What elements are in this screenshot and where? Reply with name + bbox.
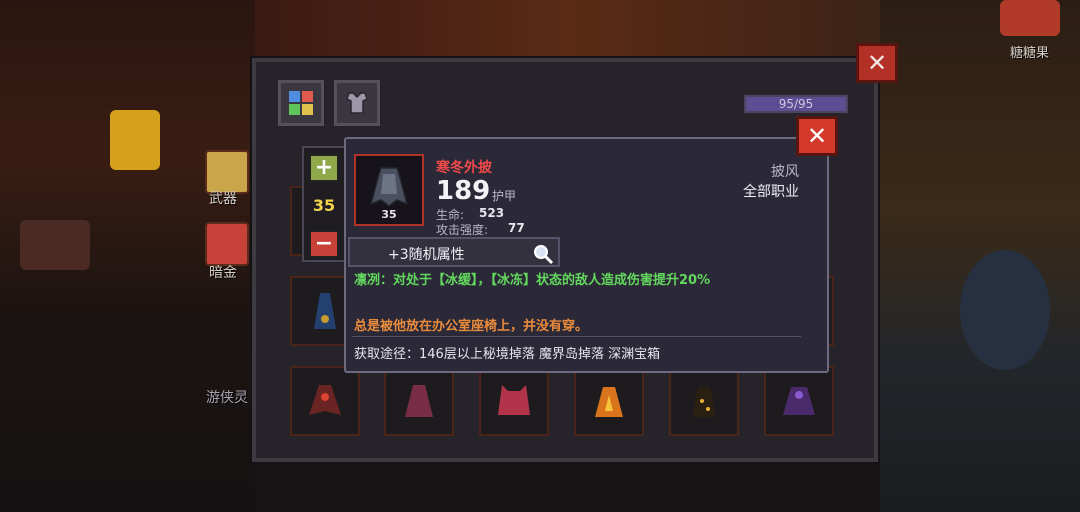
background-right bbox=[880, 0, 1080, 512]
tooltip-close-button[interactable]: ✕ bbox=[796, 116, 838, 156]
stat-value-attack: 77 bbox=[508, 221, 525, 235]
item-source: 获取途径：146层以上秘境掉落 魔界岛掉落 深渊宝箱 bbox=[354, 347, 661, 362]
decor-banner bbox=[110, 110, 160, 170]
energy-bar: 95/95 bbox=[744, 95, 848, 113]
candy-label: 糖糖果 bbox=[1010, 46, 1050, 61]
random-attribute-box[interactable]: +3随机属性 bbox=[348, 237, 560, 267]
inventory-slot[interactable] bbox=[574, 366, 644, 436]
decor-circle bbox=[960, 250, 1050, 370]
stat-value-hp: 523 bbox=[479, 206, 505, 220]
grid-icon bbox=[289, 91, 313, 115]
armor-icon bbox=[346, 92, 368, 114]
inventory-slot[interactable] bbox=[669, 366, 739, 436]
cape-icon bbox=[314, 293, 336, 329]
cape-icon bbox=[783, 387, 815, 415]
tab-character[interactable] bbox=[334, 80, 380, 126]
cape-icon bbox=[405, 385, 433, 417]
item-tooltip: 35 寒冬外披 189 护甲 生命: 523 攻击强度: 77 披风 全部职业 … bbox=[344, 137, 829, 373]
tab-inventory[interactable] bbox=[278, 80, 324, 126]
decor-candy-character bbox=[1000, 0, 1060, 36]
item-icon-frame: 35 bbox=[354, 154, 424, 226]
background-bottom bbox=[255, 460, 880, 512]
stat-label-attack: 攻击强度: bbox=[436, 223, 489, 237]
gold-label: 暗金 bbox=[209, 265, 237, 281]
decor-table bbox=[20, 220, 90, 270]
magnifier-icon[interactable] bbox=[532, 243, 554, 265]
close-icon: ✕ bbox=[806, 122, 828, 150]
inventory-slot[interactable] bbox=[290, 366, 360, 436]
item-effect: 凛冽：对处于【冰缓】，【冰冻】状态的敌人造成伤害提升20% bbox=[354, 273, 711, 288]
item-flavor-text: 总是被他放在办公室座椅上，并没有穿。 bbox=[354, 319, 589, 334]
inventory-slot[interactable] bbox=[479, 366, 549, 436]
gold-button[interactable] bbox=[205, 222, 249, 266]
increase-button[interactable]: + bbox=[309, 154, 339, 182]
item-class: 全部职业 bbox=[743, 184, 799, 200]
quantity-stepper: + 35 − bbox=[302, 146, 346, 262]
weapon-label: 武器 bbox=[209, 191, 237, 207]
item-level: 35 bbox=[381, 208, 397, 221]
cape-icon bbox=[498, 385, 530, 415]
random-attribute-text: +3随机属性 bbox=[388, 247, 465, 263]
item-name: 寒冬外披 bbox=[436, 160, 492, 176]
ranger-label: 游侠灵 bbox=[206, 390, 248, 406]
panel-close-button[interactable]: ✕ bbox=[856, 43, 898, 83]
background-top bbox=[255, 0, 880, 60]
armor-value: 189 bbox=[436, 176, 491, 206]
cape-icon bbox=[595, 387, 623, 417]
decrease-button[interactable]: − bbox=[309, 230, 339, 258]
armor-unit: 护甲 bbox=[492, 189, 517, 203]
inventory-slot[interactable] bbox=[764, 366, 834, 436]
close-icon: ✕ bbox=[866, 49, 888, 77]
item-type: 披风 bbox=[771, 164, 799, 180]
divider bbox=[352, 336, 801, 337]
inventory-slot[interactable] bbox=[384, 366, 454, 436]
energy-text: 95/95 bbox=[778, 97, 814, 111]
quantity-value: 35 bbox=[312, 196, 336, 215]
cape-icon bbox=[692, 387, 716, 417]
winter-cloak-icon bbox=[369, 167, 409, 207]
cape-icon bbox=[309, 385, 341, 415]
